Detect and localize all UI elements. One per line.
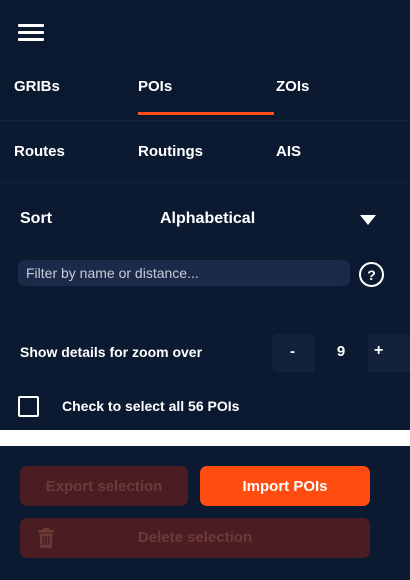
- tab-gribs[interactable]: GRIBs: [14, 78, 60, 95]
- sort-label: Sort: [20, 210, 52, 227]
- filter-input[interactable]: [18, 260, 350, 286]
- select-all-label[interactable]: Check to select all 56 POIs: [62, 398, 239, 414]
- delete-selection-button[interactable]: Delete selection: [20, 518, 370, 558]
- menu-line: [18, 38, 44, 41]
- delete-selection-label: Delete selection: [137, 529, 253, 546]
- divider: [0, 120, 410, 121]
- zoom-increment-button[interactable]: +: [374, 342, 383, 360]
- zoom-details-label: Show details for zoom over: [20, 344, 203, 360]
- export-selection-button[interactable]: Export selection: [20, 466, 188, 506]
- zoom-stepper: - 9 +: [272, 334, 410, 372]
- menu-line: [18, 24, 44, 27]
- zoom-value: 9: [336, 343, 346, 360]
- caret-down-icon[interactable]: [360, 215, 376, 225]
- import-pois-button[interactable]: Import POIs: [200, 466, 370, 506]
- tab-routings[interactable]: Routings: [138, 143, 203, 160]
- menu-line: [18, 31, 44, 34]
- tab-routes[interactable]: Routes: [14, 143, 65, 160]
- sort-dropdown-value[interactable]: Alphabetical: [160, 210, 255, 228]
- tab-zois[interactable]: ZOIs: [276, 78, 309, 95]
- section-gap: [0, 430, 410, 446]
- tab-pois[interactable]: POIs: [138, 78, 172, 95]
- help-icon[interactable]: ?: [359, 262, 384, 287]
- active-tab-indicator: [138, 112, 274, 115]
- zoom-decrement-button[interactable]: -: [290, 343, 295, 360]
- select-all-checkbox[interactable]: [18, 396, 39, 417]
- divider: [0, 182, 410, 183]
- hamburger-menu-icon[interactable]: [18, 24, 44, 42]
- zoom-value-box: 9: [314, 334, 368, 372]
- tab-ais[interactable]: AIS: [276, 143, 301, 160]
- header-bar: [0, 0, 410, 120]
